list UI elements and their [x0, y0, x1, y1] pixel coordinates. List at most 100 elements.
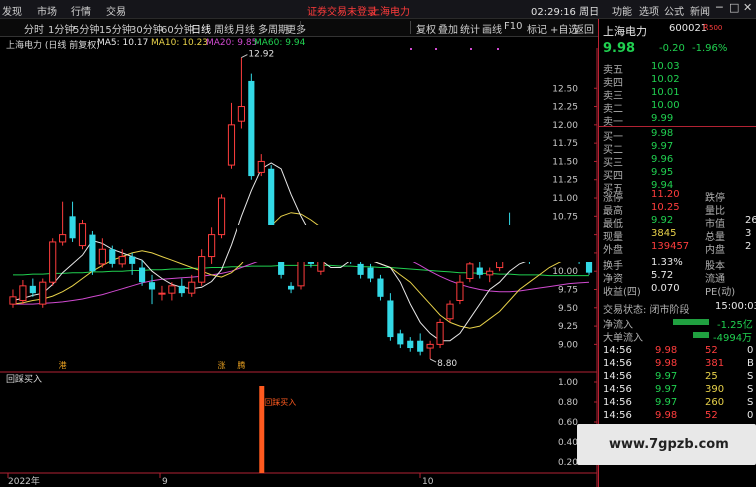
y-tick-label: 9.00	[558, 340, 578, 350]
tab-daily[interactable]: 日线	[191, 21, 211, 36]
stock-name: 上海电力	[603, 25, 647, 38]
tab-5min[interactable]: 5分钟	[73, 21, 99, 36]
tick-row: 14:56 9.97 260 S	[599, 397, 756, 410]
indicator-tick-label: 1.00	[558, 378, 578, 388]
candle-body-up	[217, 197, 226, 236]
tab-30min[interactable]: 30分钟	[130, 21, 163, 36]
watermark-banner: www.7gpzb.com	[577, 424, 756, 465]
menu-item-discover[interactable]: 发现	[2, 3, 22, 18]
stock-tag-num: 500	[709, 24, 723, 32]
period-toolbar: 分时 1分钟 5分钟 15分钟 30分钟 60分钟 日线 周线 月线 多周期 更…	[0, 19, 598, 37]
candle-body-up	[98, 248, 106, 265]
quote-sidebar: 上海电力 600021 R 500 9.98 -0.20 -1.96% 卖五 10…	[598, 19, 756, 487]
mark-button[interactable]: 标记	[527, 21, 547, 36]
candle-body-down	[129, 256, 136, 264]
tab-monthly[interactable]: 月线	[235, 21, 255, 36]
f10-button[interactable]: F10	[504, 21, 522, 32]
candles	[9, 57, 593, 360]
tick-price: 9.98	[655, 358, 678, 369]
orderbook-divider	[599, 126, 756, 127]
login-alert[interactable]: 证券交易未登录	[307, 3, 377, 18]
annotation-label: 8.80	[437, 359, 457, 369]
candle-body-up	[486, 270, 494, 276]
tab-1min[interactable]: 1分钟	[48, 21, 74, 36]
tab-weekly[interactable]: 周线	[214, 21, 234, 36]
adjust-button[interactable]: 复权	[416, 21, 436, 36]
close-icon[interactable]: ✕	[743, 1, 752, 14]
candle-body-up	[436, 321, 444, 345]
y-tick-label: 12.25	[552, 103, 578, 113]
menu-item-functions[interactable]: 功能	[612, 3, 632, 18]
tick-volume: 381	[705, 358, 725, 369]
stat-value-2: 2	[745, 241, 752, 252]
y-tick-label: 11.00	[552, 194, 578, 204]
menu-item-formula[interactable]: 公式	[664, 3, 684, 18]
kline-chart[interactable]: 12.50 12.25 12.00 11.75 11.50 11.25 11.00 10.75…	[0, 48, 598, 487]
stat-row: 最高 10.25 量比	[599, 202, 756, 217]
tab-multi-period[interactable]: 多周期	[258, 21, 288, 36]
indicator-signal-label: 回踩买入	[264, 397, 296, 407]
menu-item-quotes[interactable]: 行情	[71, 3, 91, 18]
ask-price: 10.03	[651, 61, 680, 72]
tick-volume: 25	[705, 371, 718, 382]
price-change: -0.20	[659, 43, 685, 54]
draw-button[interactable]: 画线	[482, 21, 502, 36]
tick-price: 9.97	[655, 397, 678, 408]
tab-15min[interactable]: 15分钟	[99, 21, 132, 36]
candle-body-down	[89, 234, 96, 272]
y-tick-label: 11.25	[552, 176, 578, 186]
annotation-label: 12.92	[248, 50, 274, 60]
bid-row: 买三 9.96	[599, 154, 756, 169]
y-tick-label: 9.75	[558, 286, 578, 296]
annotation-leader	[241, 54, 248, 58]
candle-body-down	[109, 249, 116, 264]
stat-value-2: 3	[745, 228, 752, 239]
stat-value: 139457	[651, 241, 690, 252]
stat-row: 涨停 11.20 跌停	[599, 189, 756, 204]
stock-code: 600021	[669, 23, 708, 34]
stat-value-2: 26	[745, 215, 756, 226]
menu-item-trade[interactable]: 交易	[106, 3, 126, 18]
y-tick-label: 11.75	[552, 139, 578, 149]
stats-button[interactable]: 统计	[460, 21, 480, 36]
candle-body-down	[407, 340, 414, 349]
tick-volume: 390	[705, 384, 725, 395]
tick-side: B	[747, 358, 754, 369]
overlay-button[interactable]: 叠加	[438, 21, 458, 36]
tick-row: 14:56 9.98 381 B	[599, 358, 756, 371]
signal-label: 港	[59, 360, 67, 370]
tab-60min[interactable]: 60分钟	[161, 21, 194, 36]
candle-body-up	[208, 234, 216, 258]
menu-item-market[interactable]: 市场	[37, 3, 57, 18]
net-inflow-bar	[673, 319, 709, 325]
bid-price: 9.98	[651, 128, 674, 139]
x-tick-label: 9	[162, 477, 168, 487]
tick-time: 14:56	[603, 410, 632, 421]
menu-item-news[interactable]: 新闻	[690, 3, 710, 18]
stat-value: 3845	[651, 228, 677, 239]
indicator-tick-label: 0.20	[558, 458, 578, 468]
candle-body-up	[446, 303, 454, 320]
y-tick-label: 10.75	[552, 212, 578, 222]
indicator-tick-label: 0.60	[558, 418, 578, 428]
candle-body-up	[237, 106, 245, 122]
minimize-icon[interactable]: ─	[716, 1, 723, 14]
menu-item-options[interactable]: 选项	[639, 3, 659, 18]
stat-row: 换手 1.33% 股本	[599, 257, 756, 272]
tick-side: 0	[747, 410, 754, 421]
stat-row: 净资 5.72 流通	[599, 270, 756, 285]
back-button[interactable]: 返回	[574, 21, 594, 36]
tick-price: 9.98	[655, 410, 678, 421]
candle-body-down	[29, 285, 36, 294]
marker-dot	[497, 48, 499, 50]
bid-row: 买一 9.98	[599, 128, 756, 143]
maximize-icon[interactable]: □	[729, 1, 739, 14]
price-axis: 12.50 12.25 12.00 11.75 11.50 11.25 11.00 10.75…	[552, 84, 597, 350]
clock-display: 02:29:16 周日	[531, 7, 600, 18]
stat-value: 1.33%	[651, 257, 683, 268]
candle-body-up	[227, 124, 236, 166]
tab-intraday[interactable]: 分时	[24, 21, 44, 36]
menu-bar: 发现 市场 行情 交易 证券交易未登录 上海电力 02:29:16 周日 功能 …	[0, 0, 756, 19]
y-tick-label: 12.50	[552, 84, 578, 94]
tab-more[interactable]: 更多	[286, 21, 306, 36]
